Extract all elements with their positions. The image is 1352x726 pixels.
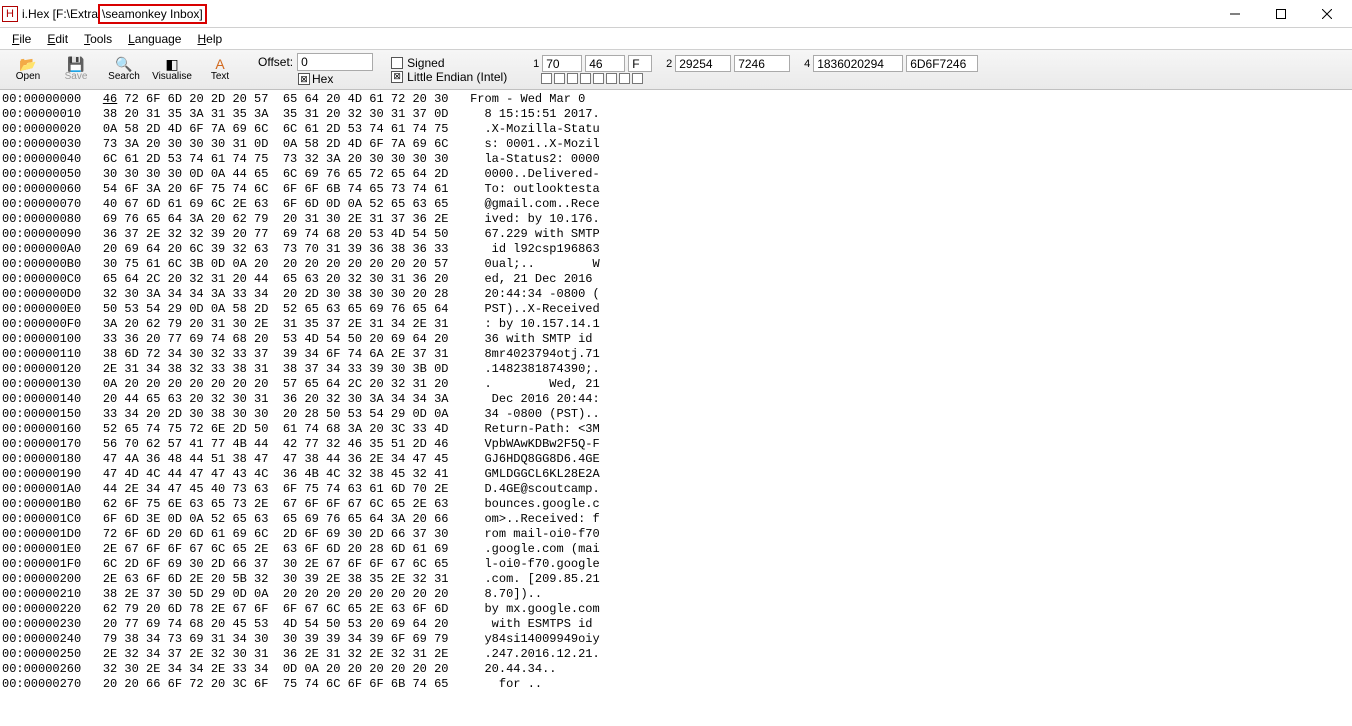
signed-label: Signed bbox=[407, 56, 444, 70]
hex-checkbox[interactable]: ⊠ bbox=[298, 73, 310, 85]
close-button[interactable] bbox=[1304, 0, 1350, 28]
offset-input[interactable] bbox=[297, 53, 373, 71]
hex-viewer[interactable]: 00:00000000 46 72 6F 6D 20 2D 20 57 65 6… bbox=[0, 90, 1352, 726]
text-button[interactable]: A Text bbox=[198, 52, 242, 88]
save-label: Save bbox=[65, 71, 88, 82]
group4-label: 4 bbox=[800, 58, 810, 70]
visualise-icon: ◧ bbox=[165, 57, 178, 71]
menu-bar: File Edit Tools Language Help bbox=[0, 28, 1352, 50]
bit-box[interactable] bbox=[606, 73, 617, 84]
menu-edit[interactable]: Edit bbox=[41, 30, 74, 48]
app-icon: H bbox=[2, 6, 18, 22]
group1-dec-input[interactable] bbox=[542, 55, 582, 72]
bit-box[interactable] bbox=[580, 73, 591, 84]
group4-hex-input[interactable] bbox=[906, 55, 978, 72]
endian-checkbox[interactable]: ⊠ bbox=[391, 71, 403, 83]
menu-file[interactable]: File bbox=[6, 30, 37, 48]
search-label: Search bbox=[108, 71, 140, 82]
bit-box[interactable] bbox=[619, 73, 630, 84]
bit-box[interactable] bbox=[632, 73, 643, 84]
title-bar: H i.Hex [F:\Extra \seamonkey Inbox] bbox=[0, 0, 1352, 28]
group1-hex-input[interactable] bbox=[585, 55, 625, 72]
offset-label: Offset: bbox=[258, 55, 293, 69]
open-button[interactable]: 📂 Open bbox=[6, 52, 50, 88]
menu-tools[interactable]: Tools bbox=[78, 30, 118, 48]
folder-open-icon: 📂 bbox=[19, 57, 36, 71]
toolbar: 📂 Open 💾 Save 🔍 Search ◧ Visualise A Tex… bbox=[0, 50, 1352, 90]
minimize-button[interactable] bbox=[1212, 0, 1258, 28]
menu-help[interactable]: Help bbox=[191, 30, 228, 48]
endian-label: Little Endian (Intel) bbox=[407, 70, 507, 84]
group1-bits bbox=[529, 73, 652, 84]
group1-label: 1 bbox=[529, 58, 539, 70]
search-icon: 🔍 bbox=[115, 57, 132, 71]
group2-dec-input[interactable] bbox=[675, 55, 731, 72]
bit-box[interactable] bbox=[593, 73, 604, 84]
signed-checkbox[interactable] bbox=[391, 57, 403, 69]
bit-box[interactable] bbox=[567, 73, 578, 84]
hex-label: Hex bbox=[312, 72, 333, 86]
group4-dec-input[interactable] bbox=[813, 55, 903, 72]
text-icon: A bbox=[215, 57, 224, 71]
text-label: Text bbox=[211, 71, 229, 82]
visualise-button[interactable]: ◧ Visualise bbox=[150, 52, 194, 88]
bit-box[interactable] bbox=[541, 73, 552, 84]
save-icon: 💾 bbox=[67, 57, 84, 71]
group2-label: 2 bbox=[662, 58, 672, 70]
window-title-prefix: i.Hex [F:\Extra bbox=[22, 7, 98, 21]
save-button[interactable]: 💾 Save bbox=[54, 52, 98, 88]
maximize-button[interactable] bbox=[1258, 0, 1304, 28]
menu-language[interactable]: Language bbox=[122, 30, 187, 48]
open-label: Open bbox=[16, 71, 40, 82]
visualise-label: Visualise bbox=[152, 71, 192, 82]
group1-char-input[interactable] bbox=[628, 55, 652, 72]
group2-hex-input[interactable] bbox=[734, 55, 790, 72]
bit-box[interactable] bbox=[554, 73, 565, 84]
window-title-highlight: \seamonkey Inbox] bbox=[98, 4, 207, 24]
search-button[interactable]: 🔍 Search bbox=[102, 52, 146, 88]
